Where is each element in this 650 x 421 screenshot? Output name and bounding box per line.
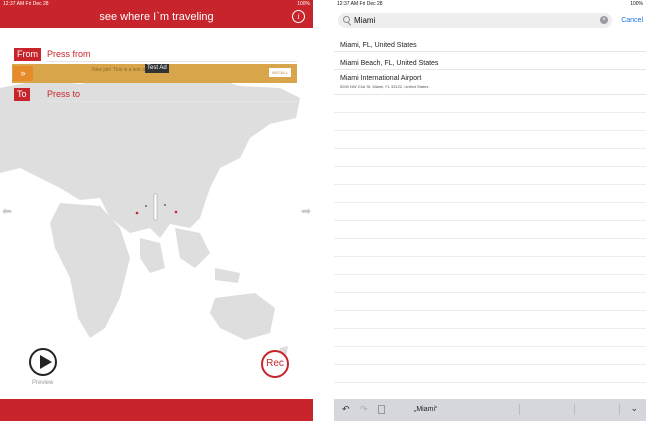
to-underline: [47, 101, 297, 102]
search-result-item[interactable]: Miami International Airport 5200 NW 21st…: [334, 70, 646, 95]
ad-text: Nice job! This is a test ad.: [92, 67, 150, 73]
status-time: 12:37 AM Fri Dec 28: [3, 1, 49, 7]
status-battery: 100%: [297, 1, 310, 7]
result-title: Miami, FL, United States: [340, 42, 417, 49]
right-search-screen: 12:37 AM Fri Dec 28 100% Miami × Cancel …: [334, 0, 646, 421]
to-row[interactable]: To Press to: [14, 88, 297, 102]
search-input[interactable]: Miami: [354, 14, 375, 27]
search-result-item[interactable]: Miami, FL, United States: [334, 34, 646, 52]
ad-logo-icon: »: [13, 66, 33, 81]
ad-install-button[interactable]: INSTALL: [269, 68, 291, 77]
record-button[interactable]: Rec: [261, 350, 289, 378]
result-title: Miami International Airport: [340, 75, 422, 82]
empty-row: [334, 257, 646, 275]
status-time: 12:37 AM Fri Dec 28: [337, 1, 383, 7]
world-map[interactable]: [0, 28, 313, 399]
cancel-button[interactable]: Cancel: [621, 17, 643, 24]
search-field[interactable]: Miami ×: [338, 13, 612, 28]
suggestion-divider: [574, 404, 575, 415]
arrow-right-icon[interactable]: ➡: [301, 204, 311, 218]
preview-label: Preview: [32, 380, 54, 386]
bottom-bar: [0, 399, 313, 421]
search-results-list: Miami, FL, United States Miami Beach, FL…: [334, 34, 646, 419]
play-button[interactable]: [29, 348, 57, 376]
hide-keyboard-icon[interactable]: ⌄: [630, 403, 638, 414]
empty-row: [334, 311, 646, 329]
to-tag: To: [14, 88, 30, 101]
empty-row: [334, 203, 646, 221]
empty-row: [334, 347, 646, 365]
ad-label: Test Ad: [145, 64, 169, 73]
search-result-item[interactable]: Miami Beach, FL, United States: [334, 52, 646, 70]
empty-row: [334, 365, 646, 383]
empty-row: [334, 239, 646, 257]
status-bar: 12:37 AM Fri Dec 28 100%: [334, 0, 646, 8]
empty-row: [334, 221, 646, 239]
empty-row: [334, 329, 646, 347]
status-battery: 100%: [630, 1, 643, 7]
left-app-screen: 12:37 AM Fri Dec 28 100% see where I`m t…: [0, 0, 313, 421]
status-bar: 12:37 AM Fri Dec 28 100%: [0, 0, 313, 8]
empty-row: [334, 185, 646, 203]
result-subtitle: 5200 NW 21st St, Miami, FL 33122, United…: [340, 84, 429, 89]
test-ad-banner[interactable]: » Nice job! This is a test ad. Test Ad I…: [12, 64, 297, 83]
redo-icon[interactable]: ↷: [360, 404, 368, 415]
empty-row: [334, 149, 646, 167]
from-tag: From: [14, 48, 41, 61]
play-icon: [40, 355, 52, 369]
empty-row: [334, 275, 646, 293]
top-bar: 12:37 AM Fri Dec 28 100% see where I`m t…: [0, 0, 313, 28]
empty-row: [334, 113, 646, 131]
search-icon: [343, 16, 350, 23]
map-landmass: [0, 74, 300, 363]
from-text: Press from: [47, 49, 91, 59]
empty-row: [334, 131, 646, 149]
info-icon[interactable]: i: [292, 10, 305, 23]
from-underline: [47, 61, 297, 62]
suggestion-divider: [619, 404, 620, 415]
app-title: see where I`m traveling: [99, 11, 214, 23]
paste-icon[interactable]: [378, 405, 385, 414]
empty-row: [334, 167, 646, 185]
result-title: Miami Beach, FL, United States: [340, 60, 439, 67]
undo-icon[interactable]: ↶: [342, 404, 350, 415]
empty-row: [334, 293, 646, 311]
keyboard-suggestion[interactable]: „Miami“: [414, 406, 437, 413]
keyboard-shortcut-bar: ↶ ↷ „Miami“ ⌄: [334, 399, 646, 421]
to-text: Press to: [47, 89, 81, 99]
suggestion-divider: [519, 404, 520, 415]
clear-icon[interactable]: ×: [600, 16, 608, 24]
empty-row: [334, 95, 646, 113]
from-row[interactable]: From Press from: [14, 48, 297, 62]
arrow-left-icon[interactable]: ⬅: [2, 204, 12, 218]
